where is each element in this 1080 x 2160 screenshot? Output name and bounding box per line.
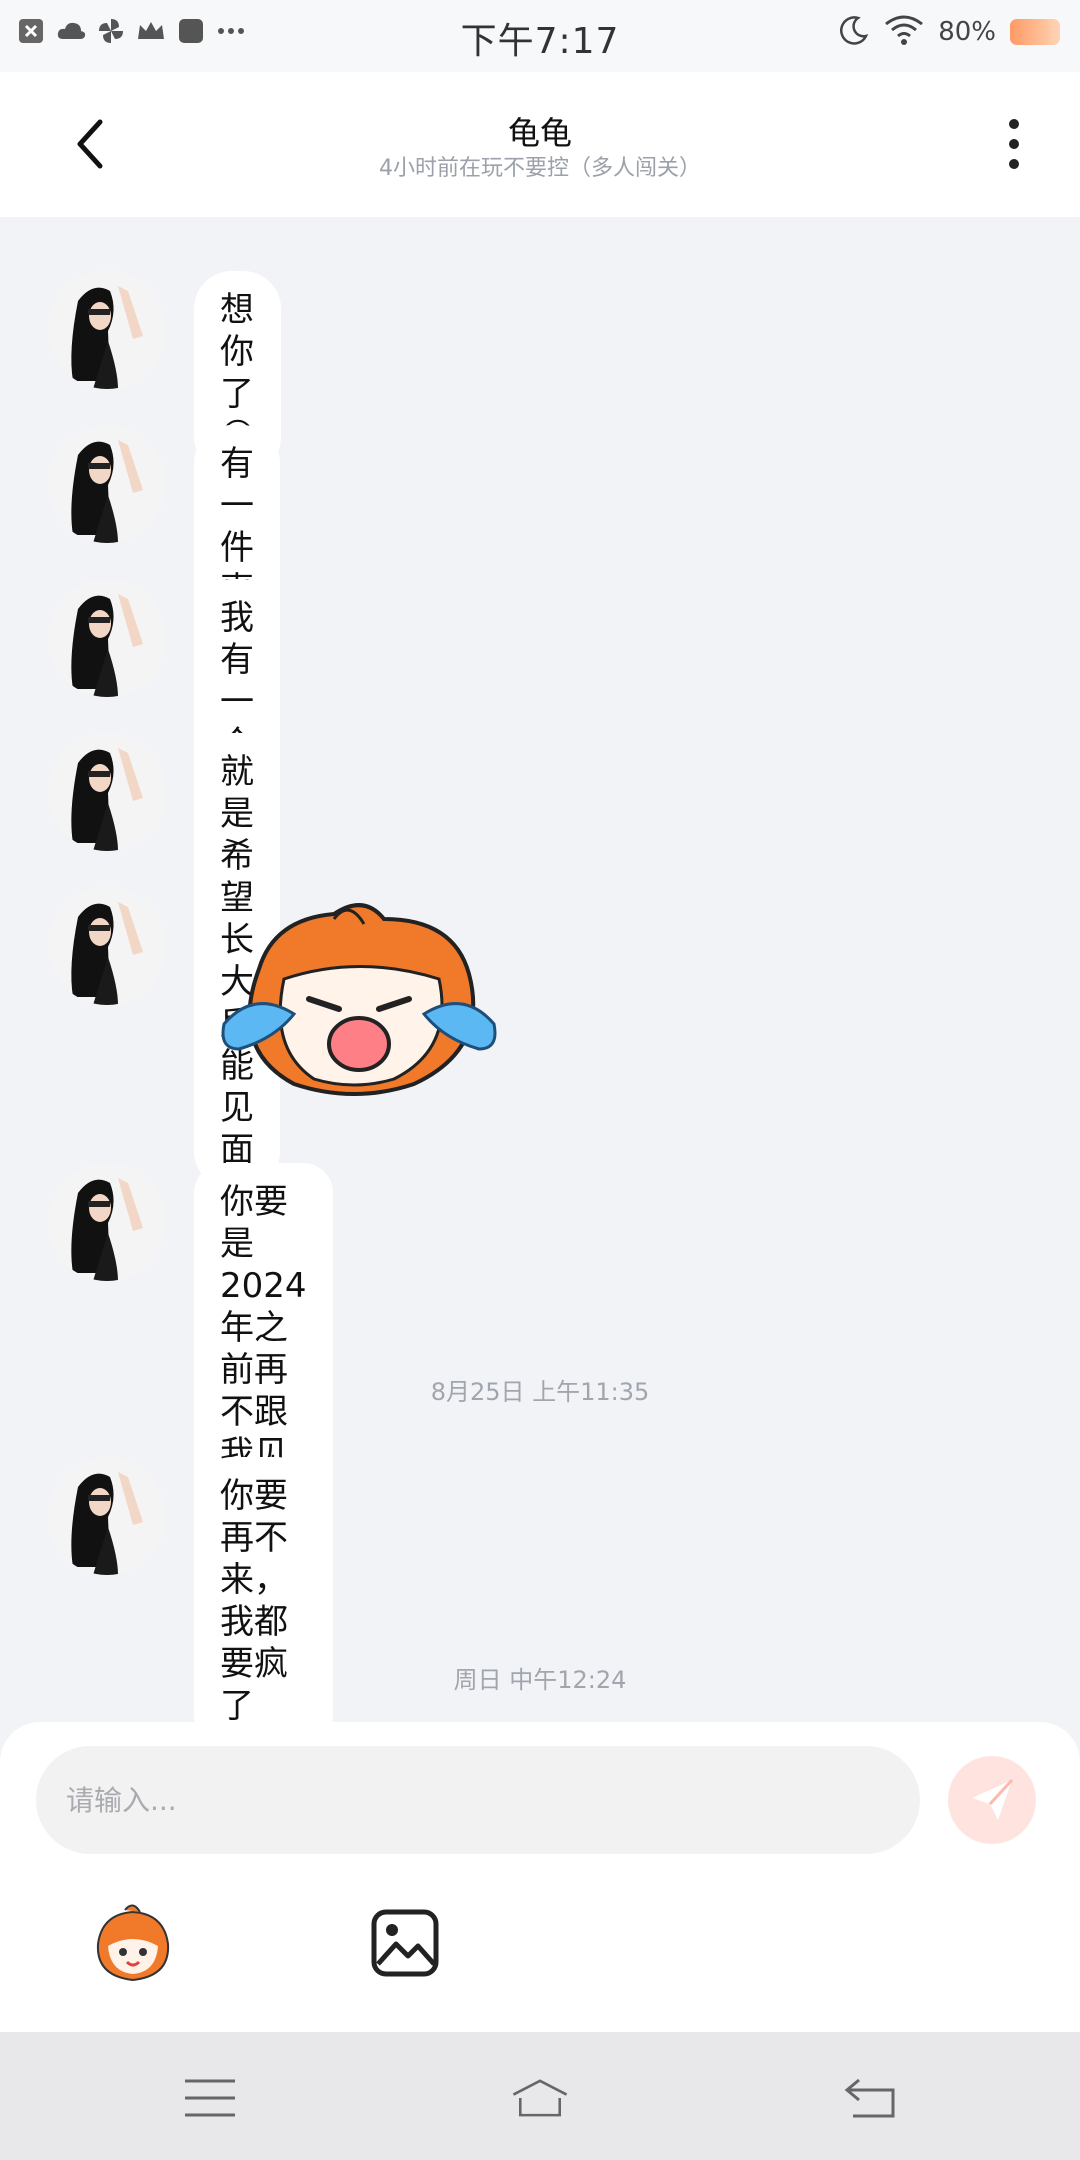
status-right-icons: 80% bbox=[838, 14, 1060, 50]
image-icon bbox=[371, 1909, 439, 1977]
chat-header: 龟龟 4小时前在玩不要控（多人闯关） bbox=[0, 72, 1080, 217]
more-options-button[interactable] bbox=[996, 114, 1032, 174]
battery-level bbox=[1010, 19, 1050, 45]
battery-icon bbox=[1010, 19, 1060, 45]
paper-plane-icon bbox=[972, 1778, 1014, 1820]
image-picker-button[interactable] bbox=[370, 1908, 440, 1978]
system-nav-bar bbox=[0, 2032, 1080, 2160]
back-nav-button[interactable] bbox=[840, 2068, 900, 2128]
dot bbox=[1009, 119, 1019, 129]
timestamp: 8月25日 上午11:35 bbox=[430, 1378, 650, 1406]
menu-icon bbox=[185, 2079, 235, 2117]
contact-avatar[interactable] bbox=[48, 1163, 166, 1281]
emoji-sticker-button[interactable] bbox=[90, 1902, 176, 1988]
battery-percentage: 80% bbox=[938, 17, 996, 47]
chat-area[interactable]: 想你了😊 有一件事情我不敢当着你的面说 我有一个目标 就是希望长大后能见面 bbox=[0, 217, 1080, 1745]
orange-mascot-icon bbox=[96, 1904, 170, 1982]
contact-avatar[interactable] bbox=[48, 425, 166, 543]
wifi-icon bbox=[884, 14, 924, 50]
timestamp: 周日 中午12:24 bbox=[453, 1666, 627, 1694]
back-icon bbox=[844, 2078, 895, 2118]
dot bbox=[1009, 159, 1019, 169]
contact-status: 4小时前在玩不要控（多人闯关） bbox=[379, 156, 701, 181]
message-input[interactable] bbox=[36, 1746, 920, 1854]
contact-avatar[interactable] bbox=[48, 271, 166, 389]
home-button[interactable] bbox=[510, 2068, 570, 2128]
moon-icon bbox=[838, 14, 870, 50]
contact-name: 龟龟 bbox=[507, 114, 572, 152]
contact-avatar[interactable] bbox=[48, 579, 166, 697]
crying-orange-character-sticker[interactable] bbox=[214, 899, 504, 1109]
message-composer bbox=[0, 1722, 1080, 2032]
menu-button[interactable] bbox=[180, 2068, 240, 2128]
status-bar: 下午7:17 80% bbox=[0, 0, 1080, 72]
message-bubble[interactable]: 你要再不来，我都要疯了 bbox=[194, 1457, 314, 1745]
contact-avatar[interactable] bbox=[48, 887, 166, 1005]
contact-avatar[interactable] bbox=[48, 1457, 166, 1575]
send-button[interactable] bbox=[948, 1756, 1036, 1844]
home-icon bbox=[512, 2079, 568, 2117]
dot bbox=[1009, 139, 1019, 149]
contact-avatar[interactable] bbox=[48, 733, 166, 851]
